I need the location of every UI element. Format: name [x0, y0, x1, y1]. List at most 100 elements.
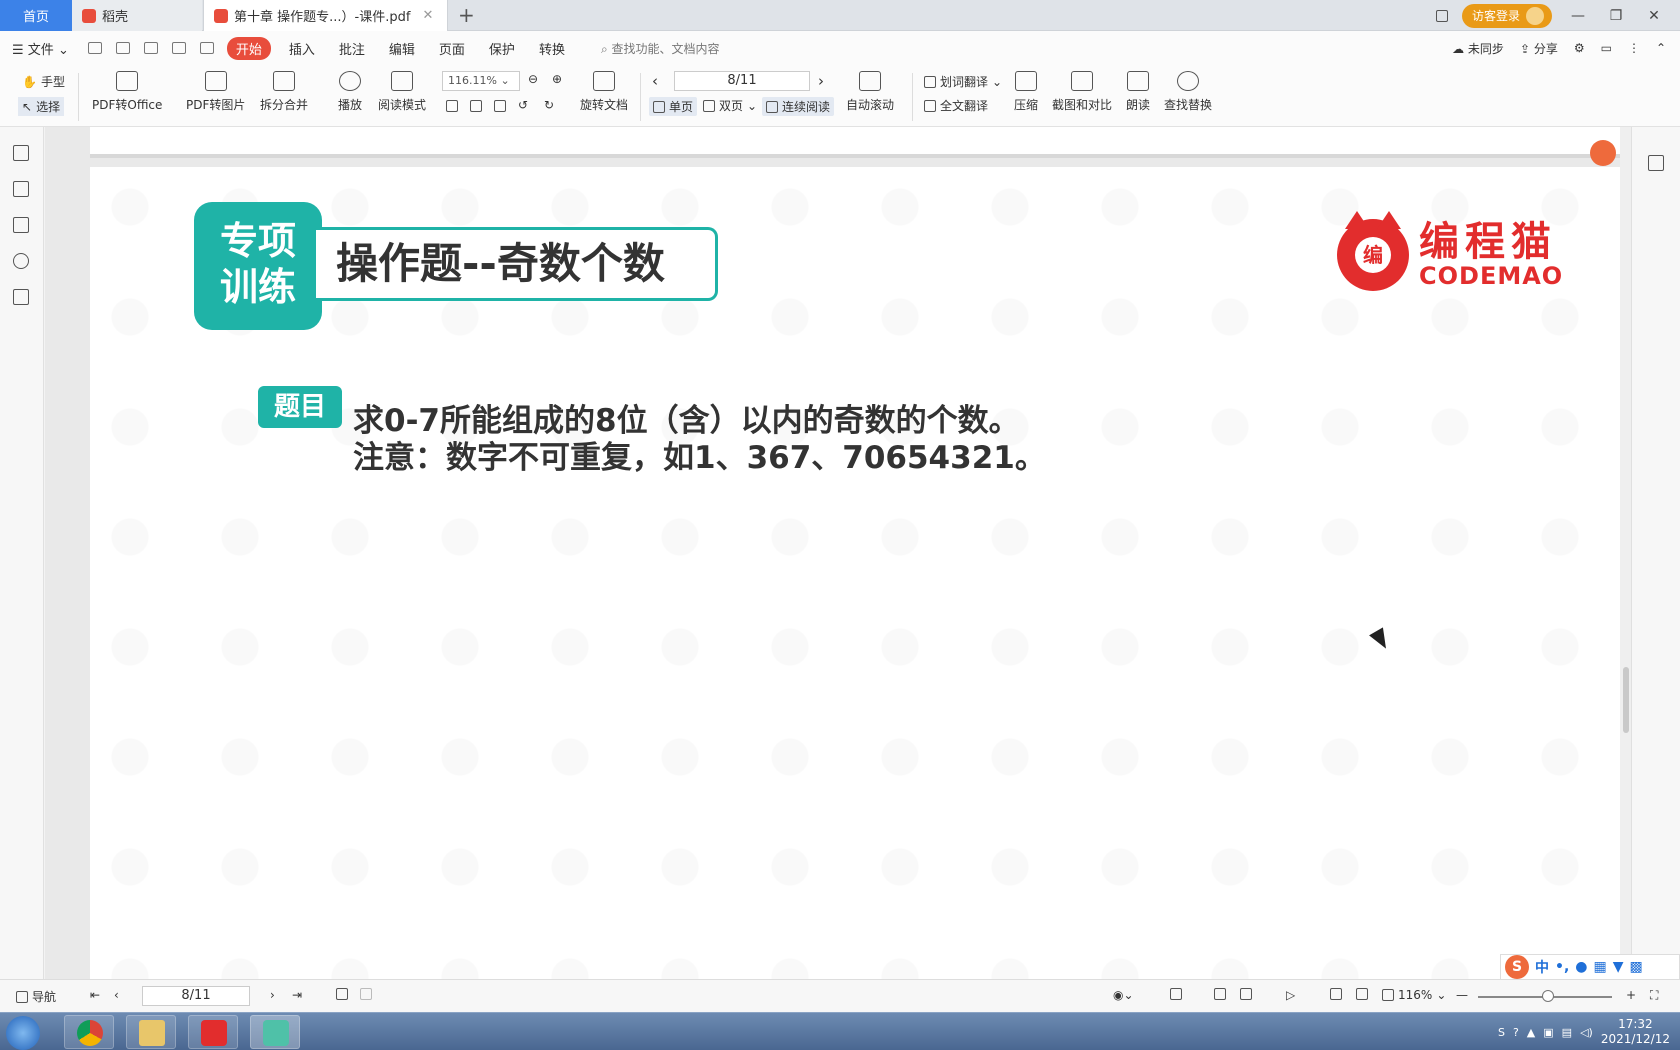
bookmark-icon[interactable] — [13, 145, 29, 161]
tab-pdf-document[interactable]: 第十章 操作题专...）-课件.pdf ✕ — [203, 0, 448, 31]
actual-size-icon[interactable] — [446, 100, 458, 112]
fit-width-icon[interactable] — [494, 100, 506, 112]
open-icon[interactable] — [87, 42, 102, 54]
forward-icon[interactable] — [360, 988, 372, 1000]
split-merge-button[interactable]: 拆分合并 — [260, 65, 308, 113]
close-window-button[interactable]: ✕ — [1642, 8, 1666, 24]
continuous-status-icon[interactable] — [1170, 988, 1182, 1000]
vertical-scrollbar[interactable] — [1620, 127, 1631, 979]
screenshot-compare-button[interactable]: 截图和对比 — [1052, 65, 1112, 113]
read-aloud-button[interactable]: 朗读 — [1126, 65, 1150, 113]
zoom-status[interactable]: 116% ⌄ — [1382, 988, 1446, 1002]
taskbar-app[interactable] — [250, 1015, 300, 1049]
punctuation-icon[interactable]: •, — [1555, 959, 1569, 975]
double-page-button[interactable]: 双页 ⌄ — [703, 97, 757, 114]
fit-page-status-icon[interactable] — [1356, 988, 1368, 1000]
double-page-status-icon[interactable] — [1240, 988, 1252, 1000]
menu-convert[interactable]: 转换 — [527, 39, 577, 58]
print-icon[interactable] — [143, 42, 158, 54]
ime-toolbar[interactable]: S 中 •, ● ▦ ▼ ▩ — [1500, 954, 1680, 980]
keyboard-icon[interactable]: ▦ — [1594, 959, 1607, 975]
zoom-slider-handle[interactable] — [1542, 990, 1554, 1002]
rotate-left-icon[interactable]: ↺ — [518, 98, 528, 112]
file-menu[interactable]: ☰ 文件 ⌄ — [0, 39, 81, 58]
rotate-doc-button[interactable]: 旋转文档 — [580, 65, 628, 113]
back-icon[interactable] — [336, 988, 348, 1000]
properties-icon[interactable] — [1648, 155, 1664, 171]
single-page-status-icon[interactable] — [1214, 988, 1226, 1000]
more-icon[interactable]: ⋮ — [1628, 41, 1640, 55]
taskbar-wps[interactable] — [188, 1015, 238, 1049]
read-mode-button[interactable]: 阅读模式 — [378, 65, 426, 113]
zoom-in-icon[interactable]: ⊕ — [552, 72, 562, 86]
fullscreen-icon[interactable]: ⛶ — [1650, 988, 1658, 1003]
microphone-icon[interactable]: ● — [1575, 959, 1587, 975]
play-button[interactable]: 播放 — [338, 65, 362, 113]
tray-help-icon[interactable]: ? — [1513, 1026, 1519, 1039]
menu-protect[interactable]: 保护 — [477, 39, 527, 58]
settings-icon[interactable]: ⚙ — [1574, 41, 1585, 55]
new-tab-button[interactable]: + — [458, 3, 475, 27]
thumbnail-icon[interactable] — [13, 181, 29, 197]
comment-icon[interactable]: ▭ — [1601, 41, 1612, 55]
tab-home[interactable]: 首页 — [0, 0, 72, 31]
zoom-in-status-icon[interactable]: + — [1626, 988, 1636, 1002]
attachment-icon[interactable] — [13, 253, 29, 269]
fit-page-icon[interactable] — [470, 100, 482, 112]
taskbar-chrome[interactable] — [64, 1015, 114, 1049]
auto-scroll-button[interactable]: 自动滚动 — [846, 65, 894, 113]
collapse-ribbon-icon[interactable]: ⌃ — [1656, 41, 1666, 55]
zoom-out-status-icon[interactable]: — — [1456, 988, 1468, 1002]
navigation-button[interactable]: 导航 — [16, 988, 56, 1005]
minimize-button[interactable]: — — [1566, 8, 1590, 24]
status-page-input[interactable]: 8/11 — [142, 986, 250, 1006]
share-button[interactable]: ⇪ 分享 — [1520, 40, 1558, 57]
single-page-button[interactable]: 单页 — [649, 97, 698, 116]
next-page-status-icon[interactable]: › — [270, 988, 275, 1002]
comment-panel-icon[interactable] — [13, 217, 29, 233]
continuous-read-button[interactable]: 连续阅读 — [762, 97, 835, 116]
tray-sogou-icon[interactable]: S — [1498, 1026, 1505, 1039]
unsync-button[interactable]: ☁ 未同步 — [1452, 40, 1504, 57]
menu-insert[interactable]: 插入 — [277, 39, 327, 58]
hand-tool[interactable]: ✋ 手型 — [22, 73, 65, 90]
command-search[interactable]: ⌕ 查找功能、文档内容 — [601, 40, 720, 57]
tab-daoke[interactable]: 稻壳 — [72, 0, 202, 31]
page-number-input[interactable]: 8/11 — [674, 71, 810, 91]
save-icon[interactable] — [115, 42, 130, 54]
next-page-icon[interactable]: › — [818, 72, 824, 90]
tray-expand-icon[interactable]: ▲ — [1527, 1026, 1535, 1039]
last-page-icon[interactable]: ⇥ — [292, 988, 302, 1002]
toolbox-icon[interactable]: ▩ — [1630, 959, 1643, 975]
full-translate-button[interactable]: 全文翻译 — [924, 97, 988, 114]
signature-icon[interactable] — [13, 289, 29, 305]
first-page-icon[interactable]: ⇤ — [90, 988, 100, 1002]
ime-mode[interactable]: 中 — [1535, 957, 1549, 977]
taskbar-explorer[interactable] — [126, 1015, 176, 1049]
prev-page-status-icon[interactable]: ‹ — [114, 988, 119, 1002]
select-tool[interactable]: ↖ 选择 — [18, 97, 65, 116]
eye-protection-icon[interactable]: ◉⌄ — [1113, 988, 1134, 1002]
menu-annotate[interactable]: 批注 — [327, 39, 377, 58]
guest-login-button[interactable]: 访客登录 — [1461, 3, 1552, 28]
menu-edit[interactable]: 编辑 — [377, 39, 427, 58]
tray-security-icon[interactable]: ▣ — [1543, 1026, 1553, 1039]
word-translate-button[interactable]: 划词翻译 ⌄ — [924, 73, 1002, 90]
menu-page[interactable]: 页面 — [427, 39, 477, 58]
tray-network-icon[interactable]: ▤ — [1562, 1026, 1572, 1039]
redo-icon[interactable] — [199, 42, 214, 54]
actual-size-status-icon[interactable] — [1330, 988, 1342, 1000]
prev-page-icon[interactable]: ‹ — [652, 72, 658, 90]
pdf-to-image-button[interactable]: PDF转图片 — [186, 65, 245, 113]
skin-icon[interactable]: ▼ — [1613, 959, 1624, 975]
scroll-thumb[interactable] — [1623, 667, 1629, 733]
tab-close-icon[interactable]: ✕ — [422, 8, 433, 23]
restore-button[interactable]: ❐ — [1604, 8, 1628, 24]
zoom-select[interactable]: 116.11% ⌄ — [442, 71, 520, 91]
menu-start[interactable]: 开始 — [226, 36, 271, 60]
tray-volume-icon[interactable]: ◁) — [1580, 1026, 1593, 1039]
start-button[interactable] — [6, 1016, 40, 1050]
undo-icon[interactable] — [171, 42, 186, 54]
window-number-icon[interactable] — [1435, 9, 1448, 22]
play-status-icon[interactable]: ▷ — [1286, 988, 1295, 1002]
